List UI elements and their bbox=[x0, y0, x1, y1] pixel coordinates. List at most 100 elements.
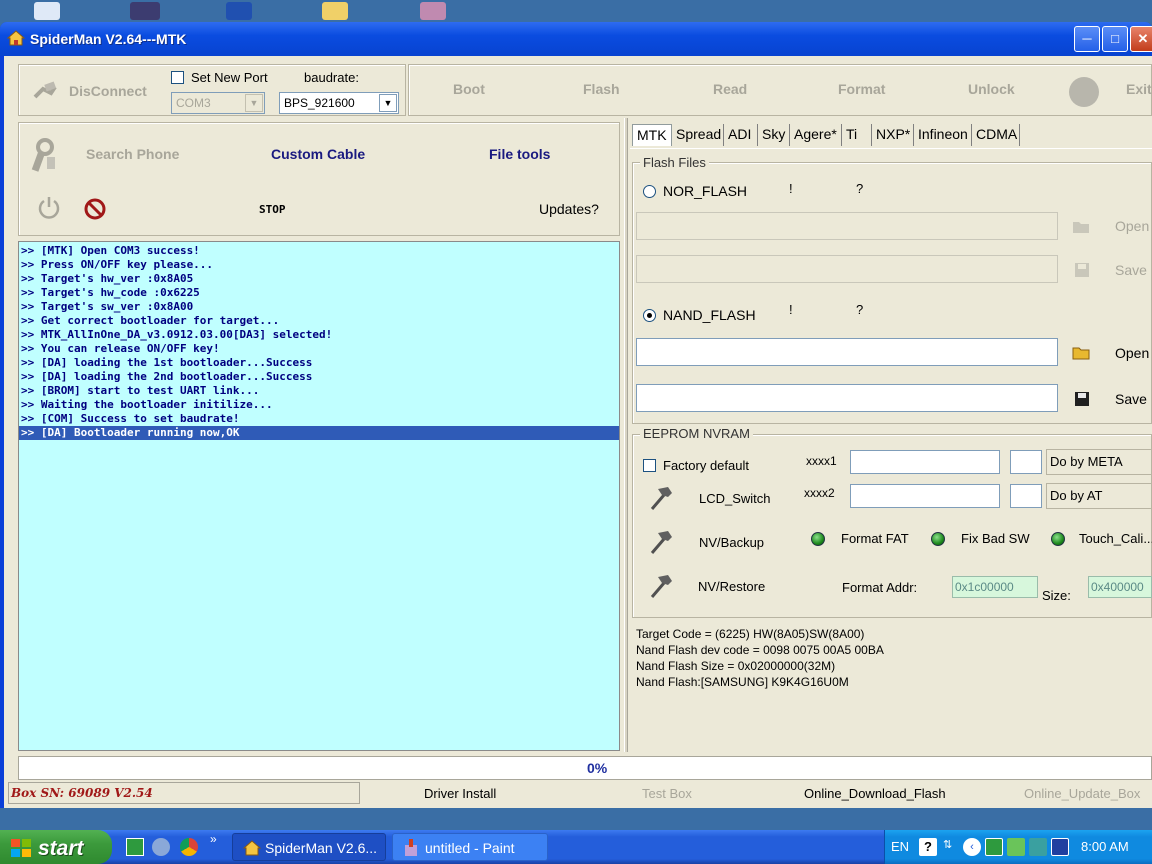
disconnect-plug-icon[interactable] bbox=[31, 79, 59, 103]
nor-flash-open-path[interactable] bbox=[636, 212, 1058, 240]
file-tools-button[interactable]: File tools bbox=[489, 146, 550, 162]
tab-ti[interactable]: Ti bbox=[842, 124, 872, 146]
log-line[interactable]: >> Target's hw_code :0x6225 bbox=[19, 286, 619, 300]
log-line[interactable]: >> Waiting the bootloader initilize... bbox=[19, 398, 619, 412]
start-button[interactable]: start bbox=[0, 830, 112, 864]
tab-mtk[interactable]: MTK bbox=[632, 124, 672, 146]
xxxx1-input[interactable] bbox=[850, 450, 1000, 474]
lcd-switch-label[interactable]: LCD_Switch bbox=[699, 491, 771, 506]
nand-save-button[interactable]: Save bbox=[1115, 391, 1147, 407]
nor-save-button[interactable]: Save bbox=[1115, 262, 1147, 278]
tab-sky[interactable]: Sky bbox=[758, 124, 790, 146]
search-phone-button[interactable]: Search Phone bbox=[86, 146, 179, 162]
log-line[interactable]: >> Target's hw_ver :0x8A05 bbox=[19, 272, 619, 286]
nor-flash-help[interactable]: ? bbox=[856, 181, 863, 196]
tab-nxp[interactable]: NXP* bbox=[872, 124, 914, 146]
xxxx2-extra-input[interactable] bbox=[1010, 484, 1042, 508]
log-line[interactable]: >> [DA] loading the 2nd bootloader...Suc… bbox=[19, 370, 619, 384]
task-paint[interactable]: untitled - Paint bbox=[392, 833, 548, 861]
fix-bad-sw-label[interactable]: Fix Bad SW bbox=[961, 531, 1030, 546]
xxxx2-input[interactable] bbox=[850, 484, 1000, 508]
search-phone-icon[interactable] bbox=[27, 137, 61, 173]
nv-backup-label[interactable]: NV/Backup bbox=[699, 535, 764, 550]
touch-cali-label[interactable]: Touch_Cali... bbox=[1079, 531, 1152, 546]
folder-open-icon[interactable] bbox=[1072, 344, 1090, 360]
do-by-meta-button[interactable]: Do by META bbox=[1046, 449, 1152, 475]
tab-cdma[interactable]: CDMA bbox=[972, 124, 1020, 146]
task-spiderman[interactable]: SpiderMan V2.6... bbox=[232, 833, 386, 861]
desktop-icon[interactable] bbox=[34, 2, 60, 20]
xxxx1-extra-input[interactable] bbox=[1010, 450, 1042, 474]
format-addr-input[interactable]: 0x1c00000 bbox=[952, 576, 1038, 598]
nand-open-button[interactable]: Open bbox=[1115, 345, 1149, 361]
custom-cable-button[interactable]: Custom Cable bbox=[271, 146, 365, 162]
unlock-button[interactable]: Unlock bbox=[968, 81, 1015, 97]
log-line[interactable]: >> Press ON/OFF key please... bbox=[19, 258, 619, 272]
port-select[interactable]: COM3 ▼ bbox=[171, 92, 265, 114]
log-line[interactable]: >> [DA] Bootloader running now,OK bbox=[19, 426, 619, 440]
desktop-icon[interactable] bbox=[226, 2, 252, 20]
quicklaunch-app-icon[interactable] bbox=[126, 838, 144, 856]
log-line[interactable]: >> [COM] Success to set baudrate! bbox=[19, 412, 619, 426]
format-button[interactable]: Format bbox=[838, 81, 885, 97]
folder-icon[interactable] bbox=[322, 2, 348, 20]
test-box-button[interactable]: Test Box bbox=[642, 786, 692, 801]
save-icon[interactable] bbox=[1074, 262, 1090, 278]
log-line[interactable]: >> [DA] loading the 1st bootloader...Suc… bbox=[19, 356, 619, 370]
touch-cali-led-icon[interactable] bbox=[1051, 532, 1065, 546]
read-button[interactable]: Read bbox=[713, 81, 747, 97]
tray-arrows-icon[interactable]: ⇅ bbox=[943, 838, 961, 856]
set-new-port-checkbox[interactable] bbox=[171, 71, 184, 84]
stop-icon[interactable] bbox=[83, 197, 107, 221]
log-line[interactable]: >> [MTK] Open COM3 success! bbox=[19, 244, 619, 258]
maximize-button[interactable]: □ bbox=[1102, 26, 1128, 52]
quicklaunch-browser-icon[interactable] bbox=[152, 838, 170, 856]
fix-bad-sw-led-icon[interactable] bbox=[931, 532, 945, 546]
baudrate-select[interactable]: BPS_921600 ▼ bbox=[279, 92, 399, 114]
do-by-at-button[interactable]: Do by AT bbox=[1046, 483, 1152, 509]
factory-default-checkbox[interactable] bbox=[643, 459, 656, 472]
tray-expand-icon[interactable]: ‹ bbox=[963, 838, 981, 856]
power-icon[interactable] bbox=[37, 195, 61, 219]
nv-restore-label[interactable]: NV/Restore bbox=[698, 579, 765, 594]
folder-open-icon[interactable] bbox=[1072, 218, 1090, 234]
online-update-box-button[interactable]: Online_Update_Box bbox=[1024, 786, 1140, 801]
network-icon[interactable] bbox=[1029, 838, 1047, 856]
hammer-icon[interactable] bbox=[646, 527, 676, 557]
flash-button[interactable]: Flash bbox=[583, 81, 620, 97]
nand-flash-save-path[interactable] bbox=[636, 384, 1058, 412]
nor-flash-radio[interactable] bbox=[643, 185, 656, 198]
format-fat-led-icon[interactable] bbox=[811, 532, 825, 546]
log-line[interactable]: >> You can release ON/OFF key! bbox=[19, 342, 619, 356]
log-panel[interactable]: >> [MTK] Open COM3 success! >> Press ON/O… bbox=[18, 241, 620, 751]
hammer-icon[interactable] bbox=[646, 571, 676, 601]
title-bar[interactable]: SpiderMan V2.64---MTK ─ □ ✕ bbox=[0, 22, 1152, 56]
disconnect-button[interactable]: DisConnect bbox=[69, 83, 147, 99]
updates-link[interactable]: Updates? bbox=[539, 201, 599, 217]
tab-agere[interactable]: Agere* bbox=[790, 124, 842, 146]
tab-infineon[interactable]: Infineon bbox=[914, 124, 972, 146]
monitor-icon[interactable] bbox=[1051, 838, 1069, 856]
boot-button[interactable]: Boot bbox=[453, 81, 485, 97]
size-input[interactable]: 0x400000 bbox=[1088, 576, 1152, 598]
nor-flash-save-path[interactable] bbox=[636, 255, 1058, 283]
shield-icon[interactable] bbox=[1007, 838, 1025, 856]
desktop-icon[interactable] bbox=[420, 2, 446, 20]
log-line[interactable]: >> Get correct bootloader for target... bbox=[19, 314, 619, 328]
nand-flash-help[interactable]: ? bbox=[856, 302, 863, 317]
nand-flash-radio[interactable] bbox=[643, 309, 656, 322]
save-icon[interactable] bbox=[1074, 391, 1090, 407]
driver-install-button[interactable]: Driver Install bbox=[424, 786, 496, 801]
tab-spread[interactable]: Spread bbox=[672, 124, 724, 146]
log-line[interactable]: >> [BROM] start to test UART link... bbox=[19, 384, 619, 398]
nor-open-button[interactable]: Open bbox=[1115, 218, 1149, 234]
online-download-flash-button[interactable]: Online_Download_Flash bbox=[804, 786, 946, 801]
chrome-icon[interactable] bbox=[180, 838, 198, 856]
quicklaunch-more-icon[interactable]: » bbox=[210, 832, 217, 846]
desktop-icon[interactable] bbox=[130, 2, 160, 20]
exit-button[interactable]: Exit bbox=[1126, 81, 1152, 97]
minimize-button[interactable]: ─ bbox=[1074, 26, 1100, 52]
hammer-icon[interactable] bbox=[646, 483, 676, 513]
stop-button[interactable]: STOP bbox=[259, 203, 286, 216]
tray-app-icon[interactable] bbox=[985, 838, 1003, 856]
